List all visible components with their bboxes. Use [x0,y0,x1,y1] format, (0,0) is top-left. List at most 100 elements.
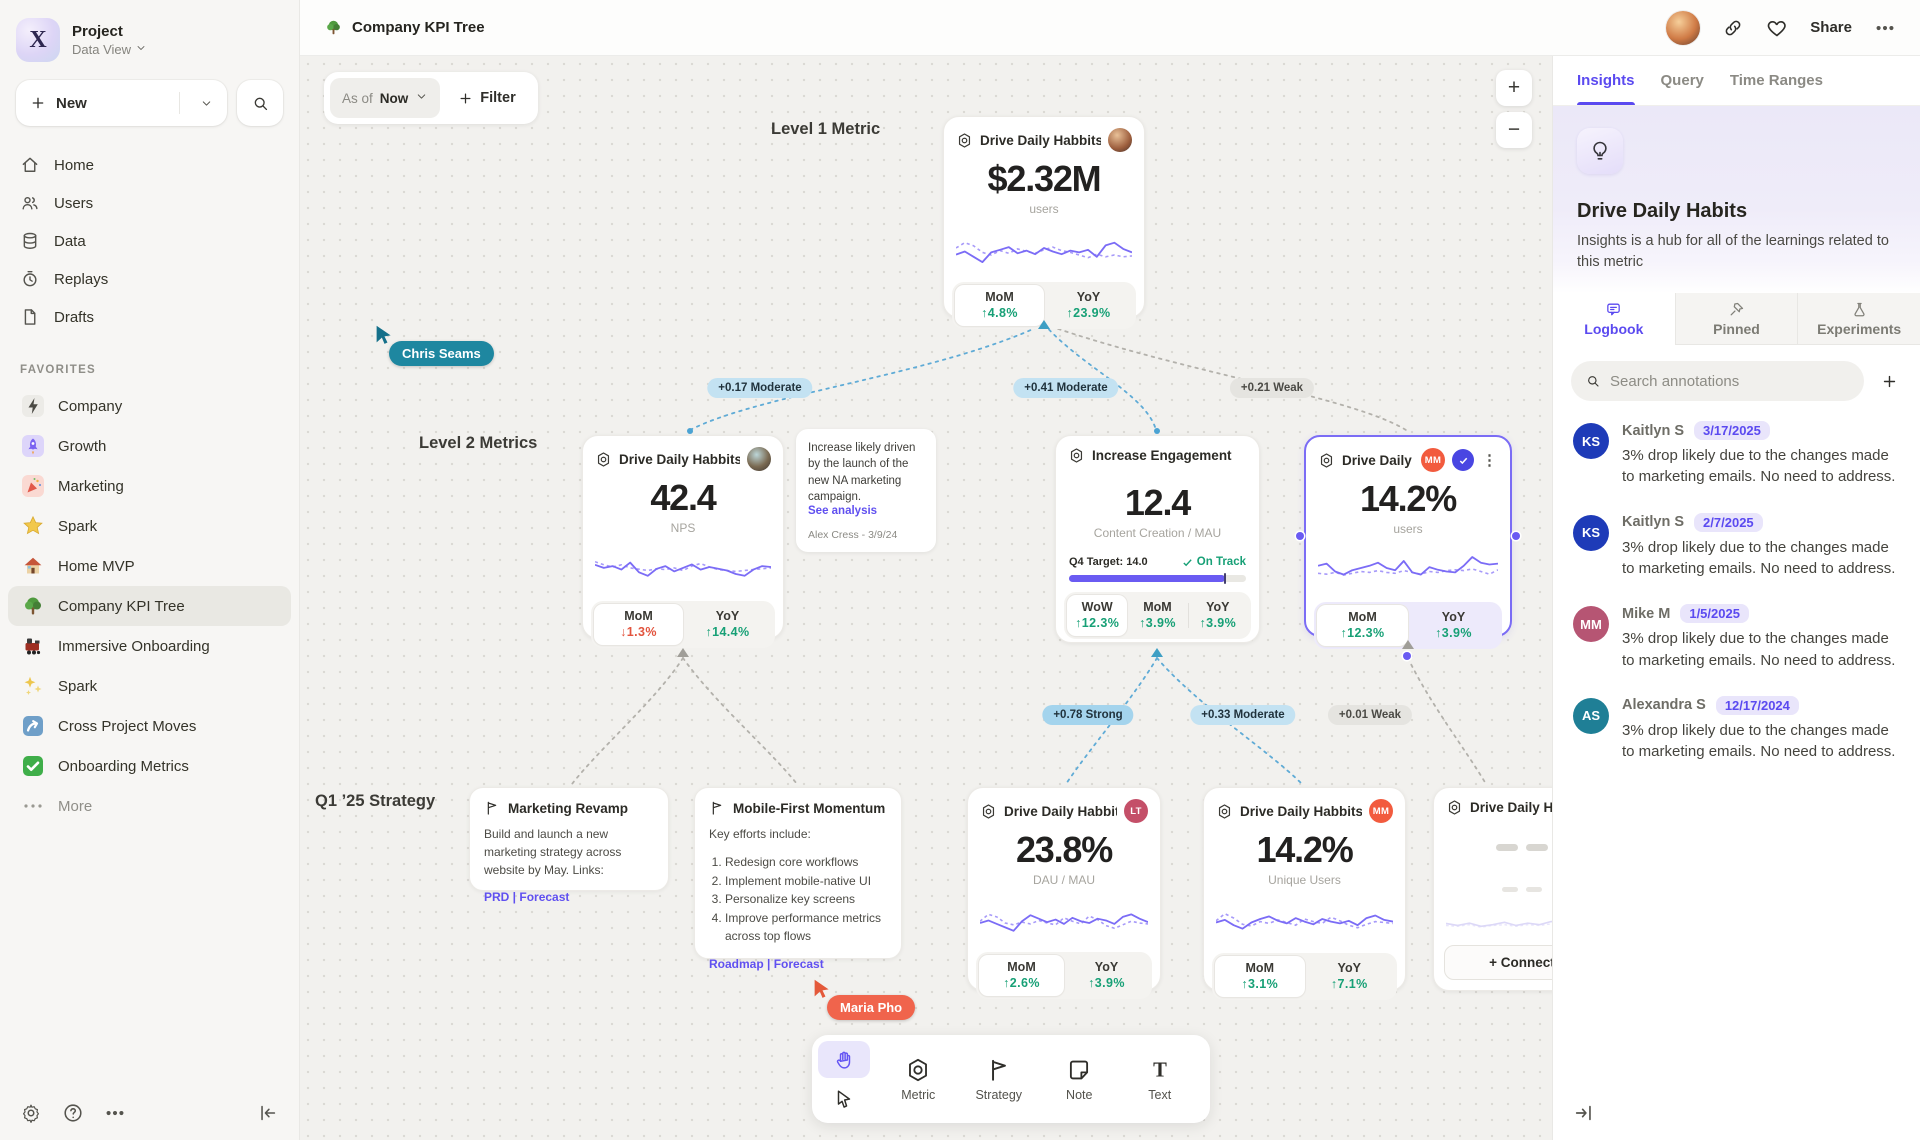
sidebar-favorite-item[interactable]: Company [8,386,291,426]
delta-cell-yoy[interactable]: YoY ↑3.9% [1188,595,1248,636]
sidebar-favorite-item[interactable]: Growth [8,426,291,466]
annotation-item[interactable]: KS Kaitlyn S 3/17/2025 3% drop likely du… [1573,421,1900,488]
sidebar-nav-item[interactable]: Users [8,184,291,222]
annotation-item[interactable]: AS Alexandra S 12/17/2024 3% drop likely… [1573,696,1900,763]
skeleton-placeholder [1434,844,1552,851]
card-menu-icon[interactable]: ⋮ [1481,453,1498,468]
user-avatar[interactable] [1666,11,1700,45]
verified-check-icon [1452,449,1474,471]
zoom-in-button[interactable]: + [1496,70,1532,106]
settings-gear-icon[interactable] [20,1102,42,1124]
toolbar-tool-button[interactable]: Metric [878,1041,959,1117]
filter-button[interactable]: Filter [442,90,531,106]
more-options-icon[interactable] [104,1102,126,1124]
skeleton-placeholder [1434,877,1552,892]
sidebar-favorite-item[interactable]: More [8,786,291,826]
strategy-note-mobile[interactable]: Mobile-First Momentum Key efforts includ… [694,787,902,959]
zoom-out-button[interactable]: − [1496,112,1532,148]
metric-card-unique-users[interactable]: Drive Daily Habbits MM 14.2% Unique User… [1203,787,1406,991]
metric-card-nps[interactable]: Drive Daily Habbits 42.4 NPS MoM ↓1.3% Y… [582,435,784,639]
toolbar-tool-button[interactable]: T Text [1120,1041,1201,1117]
metric-card-selected[interactable]: Drive Daily Habb.. MM ⋮ 14.2% users MoM … [1304,435,1512,637]
delta-cell-yoy[interactable]: YoY ↑7.1% [1305,956,1395,997]
delta-cell-yoy[interactable]: YoY ↑3.9% [1408,605,1499,646]
selection-handle[interactable] [1296,532,1304,540]
strategy-links[interactable]: PRD | Forecast [484,890,654,904]
selection-handle[interactable] [1403,652,1411,660]
delta-cell-mom[interactable]: MoM ↓1.3% [594,604,683,645]
sidebar-nav-item[interactable]: Drafts [8,298,291,336]
metric-card-level1[interactable]: Drive Daily Habbits $2.32M users MoM ↑4.… [943,116,1145,318]
sidebar-search-button[interactable] [237,80,283,126]
toolbar-tool-button[interactable]: Strategy [959,1041,1040,1117]
delta-cell-wow[interactable]: WoW ↑12.3% [1067,595,1127,636]
collapse-panel-icon[interactable] [1573,1102,1595,1124]
sidebar-nav-item[interactable]: Data [8,222,291,260]
delta-cell-yoy[interactable]: YoY ↑14.4% [683,604,772,645]
tool-label: Metric [901,1088,935,1102]
connect-button[interactable]: + Connect [1444,945,1552,980]
strategy-note-marketing[interactable]: Marketing Revamp Build and launch a new … [469,787,669,891]
annotation-item[interactable]: KS Kaitlyn S 2/7/2025 3% drop likely due… [1573,513,1900,580]
selection-handle[interactable] [1512,532,1520,540]
sidebar-nav-item[interactable]: Replays [8,260,291,298]
canvas-annotation-note[interactable]: Increase likely driven by the launch of … [796,429,936,552]
add-annotation-button[interactable] [1876,368,1902,394]
sidebar-favorite-item[interactable]: Home MVP [8,546,291,586]
delta-cell-mom[interactable]: MoM ↑3.1% [1215,956,1305,997]
sidebar-nav-item[interactable]: Home [8,146,291,184]
metric-card-engagement[interactable]: Increase Engagement 12.4 Content Creatio… [1055,435,1260,643]
tab-query[interactable]: Query [1661,56,1704,105]
share-button[interactable]: Share [1810,19,1852,36]
hand-tool-button[interactable] [818,1041,870,1078]
tool-icon: T [1147,1057,1173,1083]
tab-experiments[interactable]: Experiments [1797,293,1920,345]
delta-cell-yoy[interactable]: YoY ↑3.9% [1064,955,1149,996]
annotation-search[interactable] [1571,361,1864,401]
sparkline-chart [1216,893,1393,945]
sidebar-favorite-item[interactable]: Cross Project Moves [8,706,291,746]
project-view-selector[interactable]: Data View [72,42,147,57]
copy-link-icon[interactable] [1722,17,1744,39]
delta-cell-yoy[interactable]: YoY ↑23.9% [1044,285,1133,326]
sidebar-favorites: Company Growth Marketing Spark Home MVP … [0,386,299,826]
avatar [1108,128,1132,152]
annotation-search-input[interactable] [1610,373,1850,390]
tab-time-ranges[interactable]: Time Ranges [1730,56,1823,105]
kpi-tree-canvas[interactable]: As of Now Filter + − Level 1 Metric Leve… [300,56,1552,1140]
collapse-sidebar-icon[interactable] [257,1102,279,1124]
delta-cell-mom[interactable]: MoM ↑12.3% [1317,605,1408,646]
tab-pinned[interactable]: Pinned [1675,293,1798,345]
delta-cell-mom[interactable]: MoM ↑2.6% [979,955,1064,996]
new-button[interactable]: New [16,80,227,126]
metric-card-dau[interactable]: Drive Daily Habbits LT 23.8% DAU / MAU M… [967,787,1161,991]
project-switcher[interactable]: X Project Data View [0,0,299,68]
strategy-list-item: Redesign core workflows [725,853,887,872]
as-of-label: As of [342,91,373,106]
sidebar-favorite-item[interactable]: Spark [8,506,291,546]
delta-cell-mom[interactable]: MoM ↑3.9% [1127,595,1187,636]
sidebar-favorite-item[interactable]: Spark [8,666,291,706]
more-menu-icon[interactable] [1874,17,1896,39]
page-title-label: Company KPI Tree [352,19,485,36]
chevron-down-icon[interactable] [200,97,213,110]
favorite-heart-icon[interactable] [1766,17,1788,39]
strategy-links[interactable]: Roadmap | Forecast [709,957,887,971]
as-of-selector[interactable]: As of Now [330,78,440,118]
tab-logbook[interactable]: Logbook [1553,293,1675,345]
select-tool-button[interactable] [818,1080,870,1117]
delta-cell-mom[interactable]: MoM ↑4.8% [955,285,1044,326]
nav-item-icon [20,155,40,175]
see-analysis-link[interactable]: See analysis [808,505,924,517]
favorite-label: Growth [58,438,106,455]
annotation-item[interactable]: MM Mike M 1/5/2025 3% drop likely due to… [1573,604,1900,671]
sidebar-favorite-item[interactable]: Immersive Onboarding [8,626,291,666]
sidebar-favorite-item[interactable]: Company KPI Tree [8,586,291,626]
toolbar-tool-button[interactable]: Note [1039,1041,1120,1117]
metric-card-ghost[interactable]: Drive Daily Hab + Connect [1433,787,1552,991]
favorite-icon [20,673,46,699]
sidebar-favorite-item[interactable]: Marketing [8,466,291,506]
sidebar-favorite-item[interactable]: Onboarding Metrics [8,746,291,786]
tab-insights[interactable]: Insights [1577,56,1635,105]
help-icon[interactable] [62,1102,84,1124]
